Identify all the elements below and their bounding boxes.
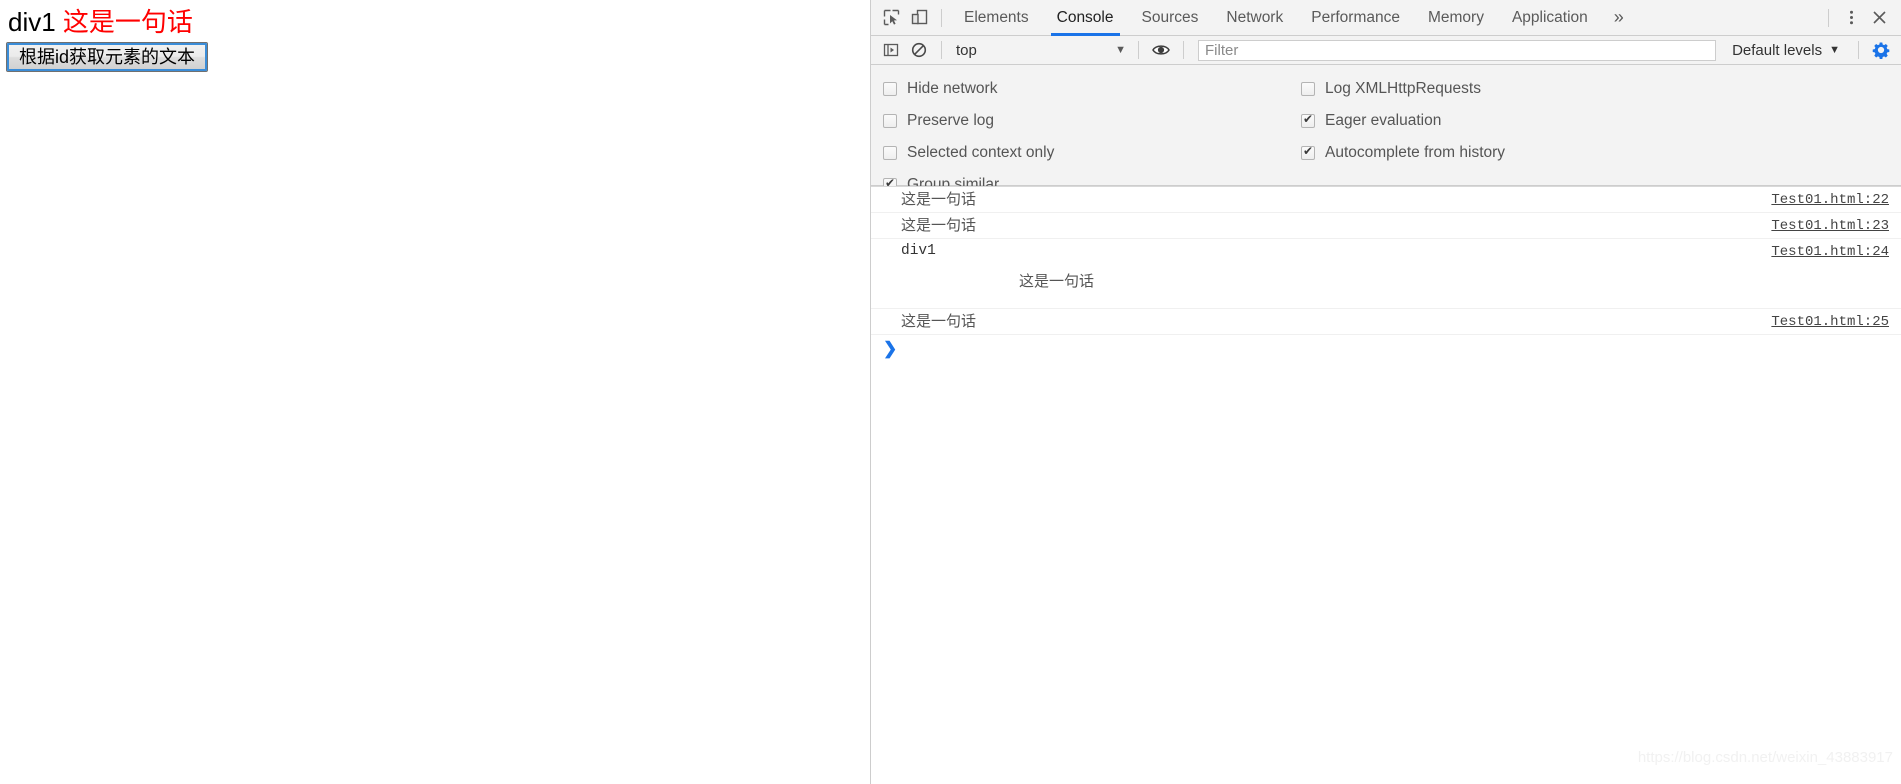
console-message-element-tag: div1 xyxy=(901,243,936,259)
console-message-text: 这是一句话 xyxy=(901,313,977,330)
console-message-list: 这是一句话 Test01.html:22 这是一句话 Test01.html:2… xyxy=(871,186,1901,783)
screenshot-root: div1 这是一句话 根据id获取元素的文本 Elements Console … xyxy=(0,0,1901,784)
filterbar-divider-3 xyxy=(1183,41,1184,59)
setting-selected-context-only[interactable]: Selected context only xyxy=(883,137,1054,169)
setting-label-eager-evaluation: Eager evaluation xyxy=(1325,112,1442,129)
console-message-row[interactable]: div1 这是一句话 Test01.html:24 xyxy=(871,239,1901,309)
more-tabs-icon[interactable]: » xyxy=(1602,0,1636,36)
console-message-row[interactable]: 这是一句话 Test01.html:25 xyxy=(871,309,1901,335)
setting-log-xmlhttprequests[interactable]: Log XMLHttpRequests xyxy=(1301,73,1505,105)
console-message-body: div1 这是一句话 xyxy=(871,242,1901,291)
web-page-pane: div1 这是一句话 根据id获取元素的文本 xyxy=(0,0,870,784)
setting-label-selected-context-only: Selected context only xyxy=(907,144,1055,161)
setting-eager-evaluation[interactable]: Eager evaluation xyxy=(1301,105,1505,137)
checkbox-eager-evaluation[interactable] xyxy=(1301,112,1315,128)
checkbox-selected-context-only[interactable] xyxy=(883,146,897,160)
checkbox-log-xmlhttprequests[interactable] xyxy=(1301,82,1315,96)
filter-input[interactable] xyxy=(1198,39,1717,61)
setting-hide-network[interactable]: Hide network xyxy=(883,73,1054,105)
console-settings-left-column: Hide network Preserve log Selected conte… xyxy=(883,73,1054,201)
setting-label-autocomplete-from-history: Autocomplete from history xyxy=(1325,144,1506,161)
filterbar-divider-1 xyxy=(941,41,942,59)
tab-sources[interactable]: Sources xyxy=(1128,0,1213,36)
inspect-cursor-icon[interactable] xyxy=(877,4,905,32)
log-levels-select[interactable]: Default levels ▼ xyxy=(1722,39,1850,61)
settings-gear-icon[interactable] xyxy=(1867,36,1895,64)
checkbox-autocomplete-from-history[interactable] xyxy=(1301,144,1315,160)
clear-console-icon[interactable] xyxy=(905,36,933,64)
console-settings-right-column: Log XMLHttpRequests Eager evaluation Aut… xyxy=(1301,73,1505,169)
toolbar-divider xyxy=(941,8,942,27)
console-message-element-content: 这是一句话 xyxy=(1019,273,1095,290)
checkbox-preserve-log[interactable] xyxy=(883,114,897,128)
prompt-caret-icon: ❯ xyxy=(883,339,898,358)
get-text-by-id-button[interactable]: 根据id获取元素的文本 xyxy=(6,42,209,72)
device-toolbar-icon[interactable] xyxy=(905,4,933,32)
setting-label-log-xmlhttprequests: Log XMLHttpRequests xyxy=(1325,80,1481,97)
console-message-text: 这是一句话 xyxy=(901,191,977,208)
console-settings-panel: Hide network Preserve log Selected conte… xyxy=(871,65,1901,193)
setting-label-hide-network: Hide network xyxy=(907,80,998,97)
console-filter-toolbar: top ▼ Default levels ▼ xyxy=(871,36,1901,65)
console-message-body: 这是一句话 xyxy=(871,190,1901,209)
tab-memory[interactable]: Memory xyxy=(1414,0,1498,36)
live-expression-icon[interactable] xyxy=(1147,36,1175,64)
devtools-panel: Elements Console Sources Network Perform… xyxy=(870,0,1901,784)
tab-network[interactable]: Network xyxy=(1212,0,1297,36)
page-title-red-text: 这是一句话 xyxy=(62,7,193,37)
setting-label-preserve-log: Preserve log xyxy=(907,112,995,129)
chevron-down-icon: ▼ xyxy=(1115,44,1126,56)
tabbar-right-group xyxy=(1820,4,1901,32)
tab-application[interactable]: Application xyxy=(1498,0,1602,36)
console-message-body: 这是一句话 xyxy=(871,216,1901,235)
log-levels-label: Default levels xyxy=(1732,41,1823,59)
filterbar-divider-2 xyxy=(1138,41,1139,59)
tab-elements[interactable]: Elements xyxy=(950,0,1043,36)
console-message-row[interactable]: 这是一句话 Test01.html:22 xyxy=(871,186,1901,213)
setting-autocomplete-from-history[interactable]: Autocomplete from history xyxy=(1301,137,1505,169)
tab-console[interactable]: Console xyxy=(1043,0,1128,36)
console-message-body: 这是一句话 xyxy=(871,312,1901,331)
checkbox-hide-network[interactable] xyxy=(883,82,897,96)
page-title: div1 这是一句话 xyxy=(8,6,193,38)
setting-preserve-log[interactable]: Preserve log xyxy=(883,105,1054,137)
page-title-id-text: div1 xyxy=(8,7,63,37)
close-icon[interactable] xyxy=(1865,4,1893,32)
console-message-source-link[interactable]: Test01.html:24 xyxy=(1771,243,1889,262)
filterbar-divider-4 xyxy=(1858,41,1859,59)
toolbar-divider-right xyxy=(1828,8,1829,27)
execution-context-select[interactable]: top ▼ xyxy=(950,39,1130,61)
console-message-source-link[interactable]: Test01.html:23 xyxy=(1771,217,1889,236)
console-input-prompt[interactable]: ❯ xyxy=(871,335,1901,361)
console-message-row[interactable]: 这是一句话 Test01.html:23 xyxy=(871,213,1901,239)
chevron-down-icon-levels: ▼ xyxy=(1829,44,1840,56)
more-options-icon[interactable] xyxy=(1837,4,1865,32)
execution-context-value: top xyxy=(956,41,977,59)
console-sidebar-icon[interactable] xyxy=(877,36,905,64)
devtools-tabbar: Elements Console Sources Network Perform… xyxy=(871,0,1901,36)
console-message-source-link[interactable]: Test01.html:22 xyxy=(1771,191,1889,210)
console-message-source-link[interactable]: Test01.html:25 xyxy=(1771,313,1889,332)
console-message-text: 这是一句话 xyxy=(901,217,977,234)
tab-performance[interactable]: Performance xyxy=(1297,0,1414,36)
